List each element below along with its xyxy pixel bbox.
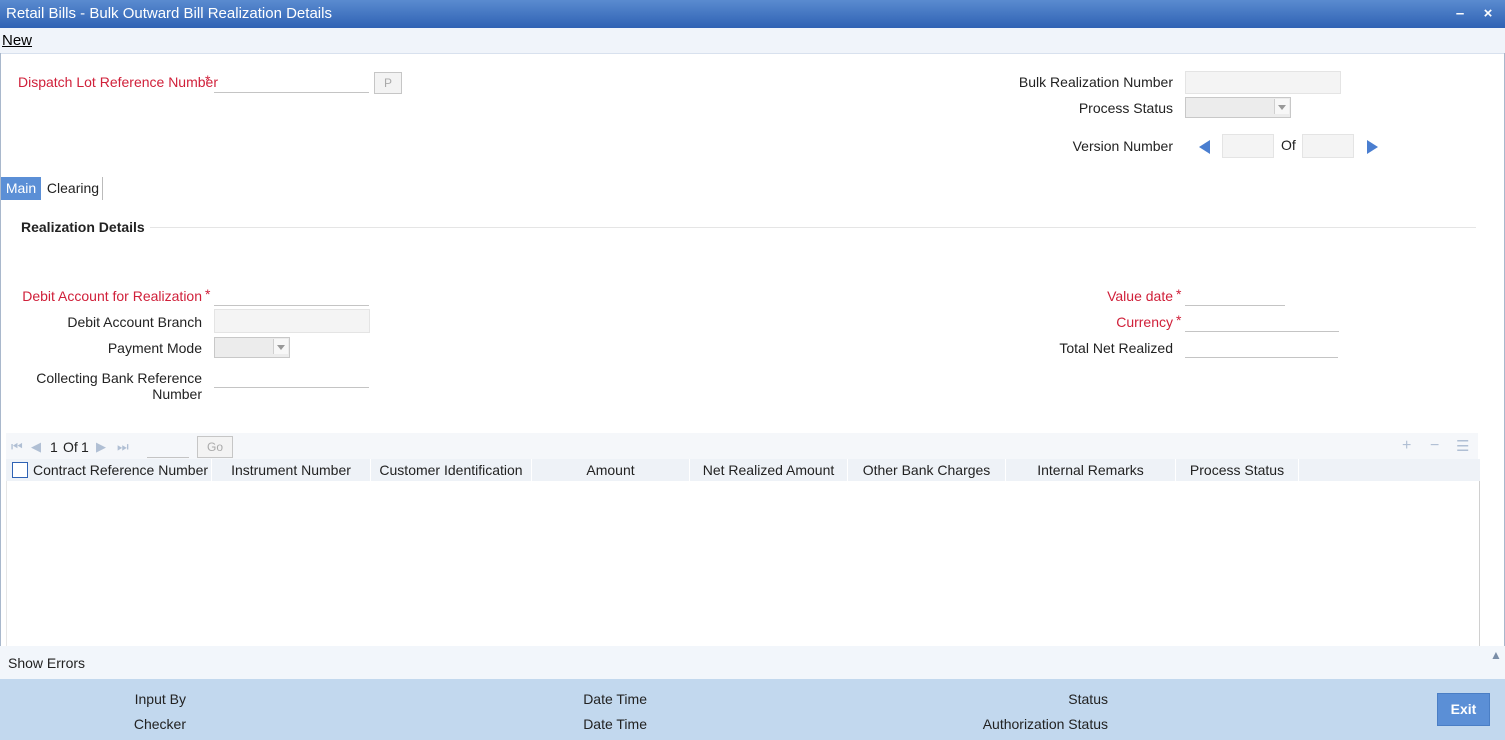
value-date-label: Value date bbox=[1107, 288, 1173, 304]
section-divider bbox=[150, 227, 1476, 228]
scroll-up-icon[interactable]: ▲ bbox=[1490, 648, 1502, 662]
page-current: 1 bbox=[50, 439, 58, 455]
value-date-input[interactable] bbox=[1185, 305, 1285, 306]
collecting-ref-input[interactable] bbox=[214, 387, 369, 388]
show-errors-link[interactable]: Show Errors bbox=[8, 655, 85, 671]
chevron-down-icon bbox=[273, 339, 288, 354]
column-header[interactable]: Internal Remarks bbox=[1006, 459, 1176, 481]
footer: Input By Checker Date Time Date Time Sta… bbox=[0, 679, 1505, 740]
version-of-label: Of bbox=[1281, 137, 1296, 153]
date-time-label-2: Date Time bbox=[583, 716, 647, 732]
checker-label: Checker bbox=[133, 716, 186, 732]
minimize-icon[interactable]: – bbox=[1450, 4, 1470, 24]
column-header[interactable]: Net Realized Amount bbox=[690, 459, 848, 481]
last-page-icon[interactable]: ⏭ bbox=[117, 439, 129, 455]
collecting-ref-label-2: Number bbox=[152, 386, 202, 402]
next-page-icon[interactable]: ▶ bbox=[96, 439, 106, 455]
first-page-icon[interactable]: ⏮ bbox=[11, 439, 23, 455]
grid-pager: ⏮ ◀ 1 Of 1 ▶ ⏭ Go + − ☰ bbox=[6, 433, 1478, 459]
collecting-ref-label: Collecting Bank Reference bbox=[36, 370, 202, 386]
authorization-status-label: Authorization Status bbox=[982, 716, 1108, 732]
currency-input[interactable] bbox=[1185, 331, 1339, 332]
dispatch-lot-input[interactable] bbox=[214, 92, 369, 93]
tab-clearing[interactable]: Clearing bbox=[44, 177, 103, 200]
close-icon[interactable]: × bbox=[1478, 4, 1498, 24]
window-title: Retail Bills - Bulk Outward Bill Realiza… bbox=[6, 5, 332, 22]
grid-header: Contract Reference Number Instrument Num… bbox=[6, 459, 1480, 481]
column-header[interactable]: Customer Identification bbox=[371, 459, 532, 481]
column-header[interactable]: Process Status bbox=[1176, 459, 1299, 481]
errors-bar: Show Errors ▲ bbox=[0, 646, 1505, 679]
total-net-input[interactable] bbox=[1185, 357, 1338, 358]
exit-button[interactable]: Exit bbox=[1437, 693, 1490, 726]
debit-branch-label: Debit Account Branch bbox=[67, 314, 202, 330]
dispatch-lot-label: Dispatch Lot Reference Number bbox=[18, 74, 218, 90]
go-button[interactable]: Go bbox=[197, 436, 233, 458]
debit-account-input[interactable] bbox=[214, 305, 369, 306]
bulk-realization-field[interactable] bbox=[1185, 71, 1341, 94]
p-button[interactable]: P bbox=[374, 72, 402, 94]
required-marker: * bbox=[205, 72, 211, 88]
payment-mode-select[interactable] bbox=[214, 337, 290, 358]
input-by-label: Input By bbox=[134, 691, 186, 707]
page-input[interactable] bbox=[147, 457, 189, 458]
new-link[interactable]: New bbox=[2, 32, 32, 49]
tab-main[interactable]: Main bbox=[1, 177, 41, 200]
version-number-label: Version Number bbox=[1072, 138, 1173, 154]
prev-page-icon[interactable]: ◀ bbox=[31, 439, 41, 455]
version-total-field[interactable] bbox=[1302, 134, 1354, 158]
add-row-icon[interactable]: + bbox=[1402, 437, 1411, 455]
grid-body[interactable] bbox=[6, 481, 1480, 646]
currency-label: Currency bbox=[1116, 314, 1173, 330]
date-time-label: Date Time bbox=[583, 691, 647, 707]
delete-row-icon[interactable]: − bbox=[1430, 437, 1439, 455]
prev-version-icon[interactable] bbox=[1199, 140, 1210, 154]
process-status-label: Process Status bbox=[1078, 100, 1173, 116]
payment-mode-label: Payment Mode bbox=[107, 340, 202, 356]
title-bar: Retail Bills - Bulk Outward Bill Realiza… bbox=[0, 0, 1505, 28]
bulk-realization-label: Bulk Realization Number bbox=[1018, 74, 1173, 90]
single-view-icon[interactable]: ☰ bbox=[1456, 437, 1469, 455]
total-net-label: Total Net Realized bbox=[1059, 340, 1173, 356]
page-of: Of bbox=[63, 439, 78, 455]
debit-account-label: Debit Account for Realization bbox=[22, 288, 202, 304]
section-title: Realization Details bbox=[21, 219, 145, 235]
toolbar: New bbox=[0, 28, 1505, 54]
column-header[interactable]: Other Bank Charges bbox=[848, 459, 1006, 481]
required-marker: * bbox=[1176, 312, 1182, 328]
process-status-select[interactable] bbox=[1185, 97, 1291, 118]
select-all-checkbox[interactable] bbox=[12, 462, 28, 478]
chevron-down-icon bbox=[1274, 99, 1289, 114]
required-marker: * bbox=[1176, 286, 1182, 302]
version-current-field[interactable] bbox=[1222, 134, 1274, 158]
column-header[interactable]: Instrument Number bbox=[212, 459, 371, 481]
debit-branch-field[interactable] bbox=[214, 309, 370, 333]
page-total: 1 bbox=[81, 439, 89, 455]
status-label: Status bbox=[1068, 691, 1108, 707]
column-header[interactable]: Amount bbox=[532, 459, 690, 481]
column-header[interactable]: Contract Reference Number bbox=[30, 459, 212, 481]
next-version-icon[interactable] bbox=[1367, 140, 1378, 154]
required-marker: * bbox=[205, 286, 211, 302]
